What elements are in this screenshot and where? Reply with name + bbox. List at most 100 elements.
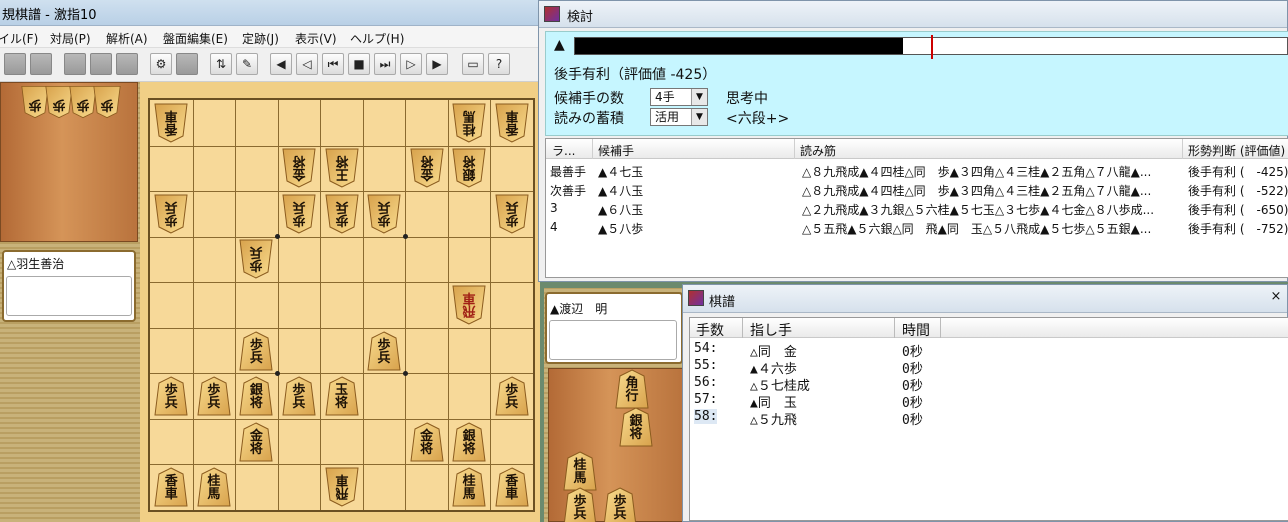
board-piece[interactable]: 歩兵 [367,330,401,371]
board-piece[interactable]: 桂馬 [452,467,486,507]
menu-view[interactable]: 表示(V) [295,30,337,47]
chevron-down-icon: ▼ [691,109,707,125]
board-piece[interactable]: 玉将 [324,376,359,416]
first-move-icon[interactable]: ◀ [270,53,292,75]
kifu-row[interactable]: 58: △５九飛 0秒 [690,408,930,428]
hand-piece[interactable]: 歩兵 [563,487,597,522]
hand-piece[interactable]: 桂馬 [563,451,597,491]
hand-piece[interactable]: 銀将 [619,407,653,447]
thinking-status: 思考中 [726,91,768,107]
col-move-number[interactable]: 手数 [696,320,724,340]
grid-line [320,100,322,510]
forward-icon[interactable]: ⏭ [374,53,396,75]
board-piece[interactable]: 金将 [410,148,444,188]
hand-piece[interactable]: 歩 [93,85,121,119]
kifu-row[interactable]: 56: △５七桂成 0秒 [690,374,930,394]
candidate-row[interactable]: 最善手 ▲４七玉 △８九飛成▲４四桂△同 歩▲３四角△４三桂▲２五角△７八龍▲...… [546,161,1288,180]
candidate-table-header: ラ... 候補手 読み筋 形勢判断 (評価値) [546,139,1288,159]
candidates-label: 候補手の数 [554,91,624,107]
engine-icon[interactable]: ⚙ [150,53,172,75]
hand-piece[interactable]: 歩兵 [603,487,637,522]
stop-icon[interactable]: ■ [348,53,370,75]
col-judgement[interactable]: 形勢判断 (評価値) [1188,142,1285,159]
board-piece[interactable]: 歩兵 [154,376,188,416]
board-piece[interactable]: 王将 [324,148,359,188]
menu-analysis[interactable]: 解析(A) [106,30,148,47]
grid-line [150,145,533,147]
board-piece[interactable]: 銀将 [239,376,273,416]
piece-char: 兵 [377,350,391,366]
eval-text: 後手有利（評価値 -425） [554,67,717,83]
open-icon[interactable] [30,53,52,75]
forward-ten-icon[interactable]: ▷ [400,53,422,75]
piece-char: 将 [629,427,643,442]
candidate-row[interactable]: 3 ▲６八玉 △２九飛成▲３九銀△５六桂▲５七玉△３七歩▲４七金△８八歩成... 後手… [546,199,1288,218]
board-piece[interactable]: 歩兵 [495,194,529,234]
eval-bar-marker [931,35,933,59]
board-piece[interactable]: 歩兵 [495,376,529,416]
board-piece[interactable]: 飛車 [324,467,359,507]
board-piece[interactable]: 香車 [154,103,188,143]
hand-piece[interactable]: 角行 [615,369,649,409]
col-rank[interactable]: ラ... [552,142,575,159]
col-time[interactable]: 時間 [902,320,930,340]
board-piece[interactable]: 桂馬 [197,467,231,507]
board-piece[interactable]: 香車 [154,467,188,507]
candidate-row[interactable]: 4 ▲５八歩 △５五飛▲５六銀△同 飛▲同 玉△５八飛成▲５七歩△５五銀▲... 後手… [546,218,1288,237]
candidate-row[interactable]: 次善手 ▲４八玉 △８九飛成▲４四桂△同 歩▲３四角△４三桂▲２五角△７八龍▲...… [546,180,1288,199]
board-piece[interactable]: 歩兵 [324,194,359,234]
help-icon[interactable]: ? [488,53,510,75]
shogi-board[interactable]: 香車桂馬香車金将王将金将銀将歩兵歩兵歩兵歩兵歩兵歩兵飛車歩兵歩兵歩兵歩兵銀将歩兵… [148,98,535,512]
board-piece[interactable]: 歩兵 [282,376,316,416]
col-move-text[interactable]: 指し手 [750,320,792,340]
piece-char: 兵 [335,198,349,214]
menu-joseki[interactable]: 定跡(J) [242,30,279,47]
star-point [275,234,281,240]
candidate-judge: 後手有利 ( -522) [1188,184,1288,198]
col-line[interactable]: 読み筋 [800,142,836,159]
board-piece[interactable]: 歩兵 [197,376,231,416]
board-piece[interactable]: 銀将 [452,148,486,188]
board-piece[interactable]: 歩兵 [154,194,188,234]
accumulate-select[interactable]: 活用 ▼ [650,108,708,126]
col-move[interactable]: 候補手 [598,142,634,159]
menu-file[interactable]: イル(F) [0,30,38,47]
candidates-select[interactable]: 4手 ▼ [650,88,708,106]
copy-icon[interactable] [116,53,138,75]
kifu-row[interactable]: 54: △同 金 0秒 [690,340,930,360]
board-piece[interactable]: 桂馬 [452,103,486,143]
grid-line [150,464,533,466]
board-piece[interactable]: 金将 [282,148,316,188]
board-piece[interactable]: 歩兵 [367,194,401,234]
eval-side-mark: ▲ [554,37,565,53]
piece-char: 馬 [462,107,476,123]
kifu-row[interactable]: 57: ▲同 玉 0秒 [690,391,930,411]
back-icon[interactable]: ⏮ [322,53,344,75]
piece-char: 兵 [249,350,263,366]
last-move-icon[interactable]: ▶ [426,53,448,75]
board-piece[interactable]: 歩兵 [239,239,273,279]
save-icon[interactable] [64,53,86,75]
board-piece[interactable]: 歩兵 [282,194,316,234]
board-piece[interactable]: 香車 [495,103,529,143]
board-piece[interactable]: 歩兵 [239,330,273,371]
menu-game[interactable]: 対局(P) [50,30,91,47]
edit-icon[interactable]: ✎ [236,53,258,75]
print-icon[interactable] [90,53,112,75]
board-piece[interactable]: 金将 [410,422,444,462]
close-icon[interactable]: × [1265,287,1287,307]
kifu-row[interactable]: 55: ▲４六歩 0秒 [690,357,930,377]
hint-icon[interactable] [176,53,198,75]
kifu-move-number: 55: [694,358,718,373]
piece-char: 飛 [462,303,476,318]
new-icon[interactable] [4,53,26,75]
back-ten-icon[interactable]: ◁ [296,53,318,75]
board-piece[interactable]: 銀将 [452,422,486,462]
menu-board-edit[interactable]: 盤面編集(E) [163,30,228,47]
board-piece[interactable]: 金将 [239,422,273,462]
monitor-icon[interactable]: ▭ [462,53,484,75]
board-piece[interactable]: 飛車 [452,285,486,325]
menu-help[interactable]: ヘルプ(H) [350,30,404,47]
board-piece[interactable]: 香車 [495,467,529,507]
flip-icon[interactable]: ⇅ [210,53,232,75]
